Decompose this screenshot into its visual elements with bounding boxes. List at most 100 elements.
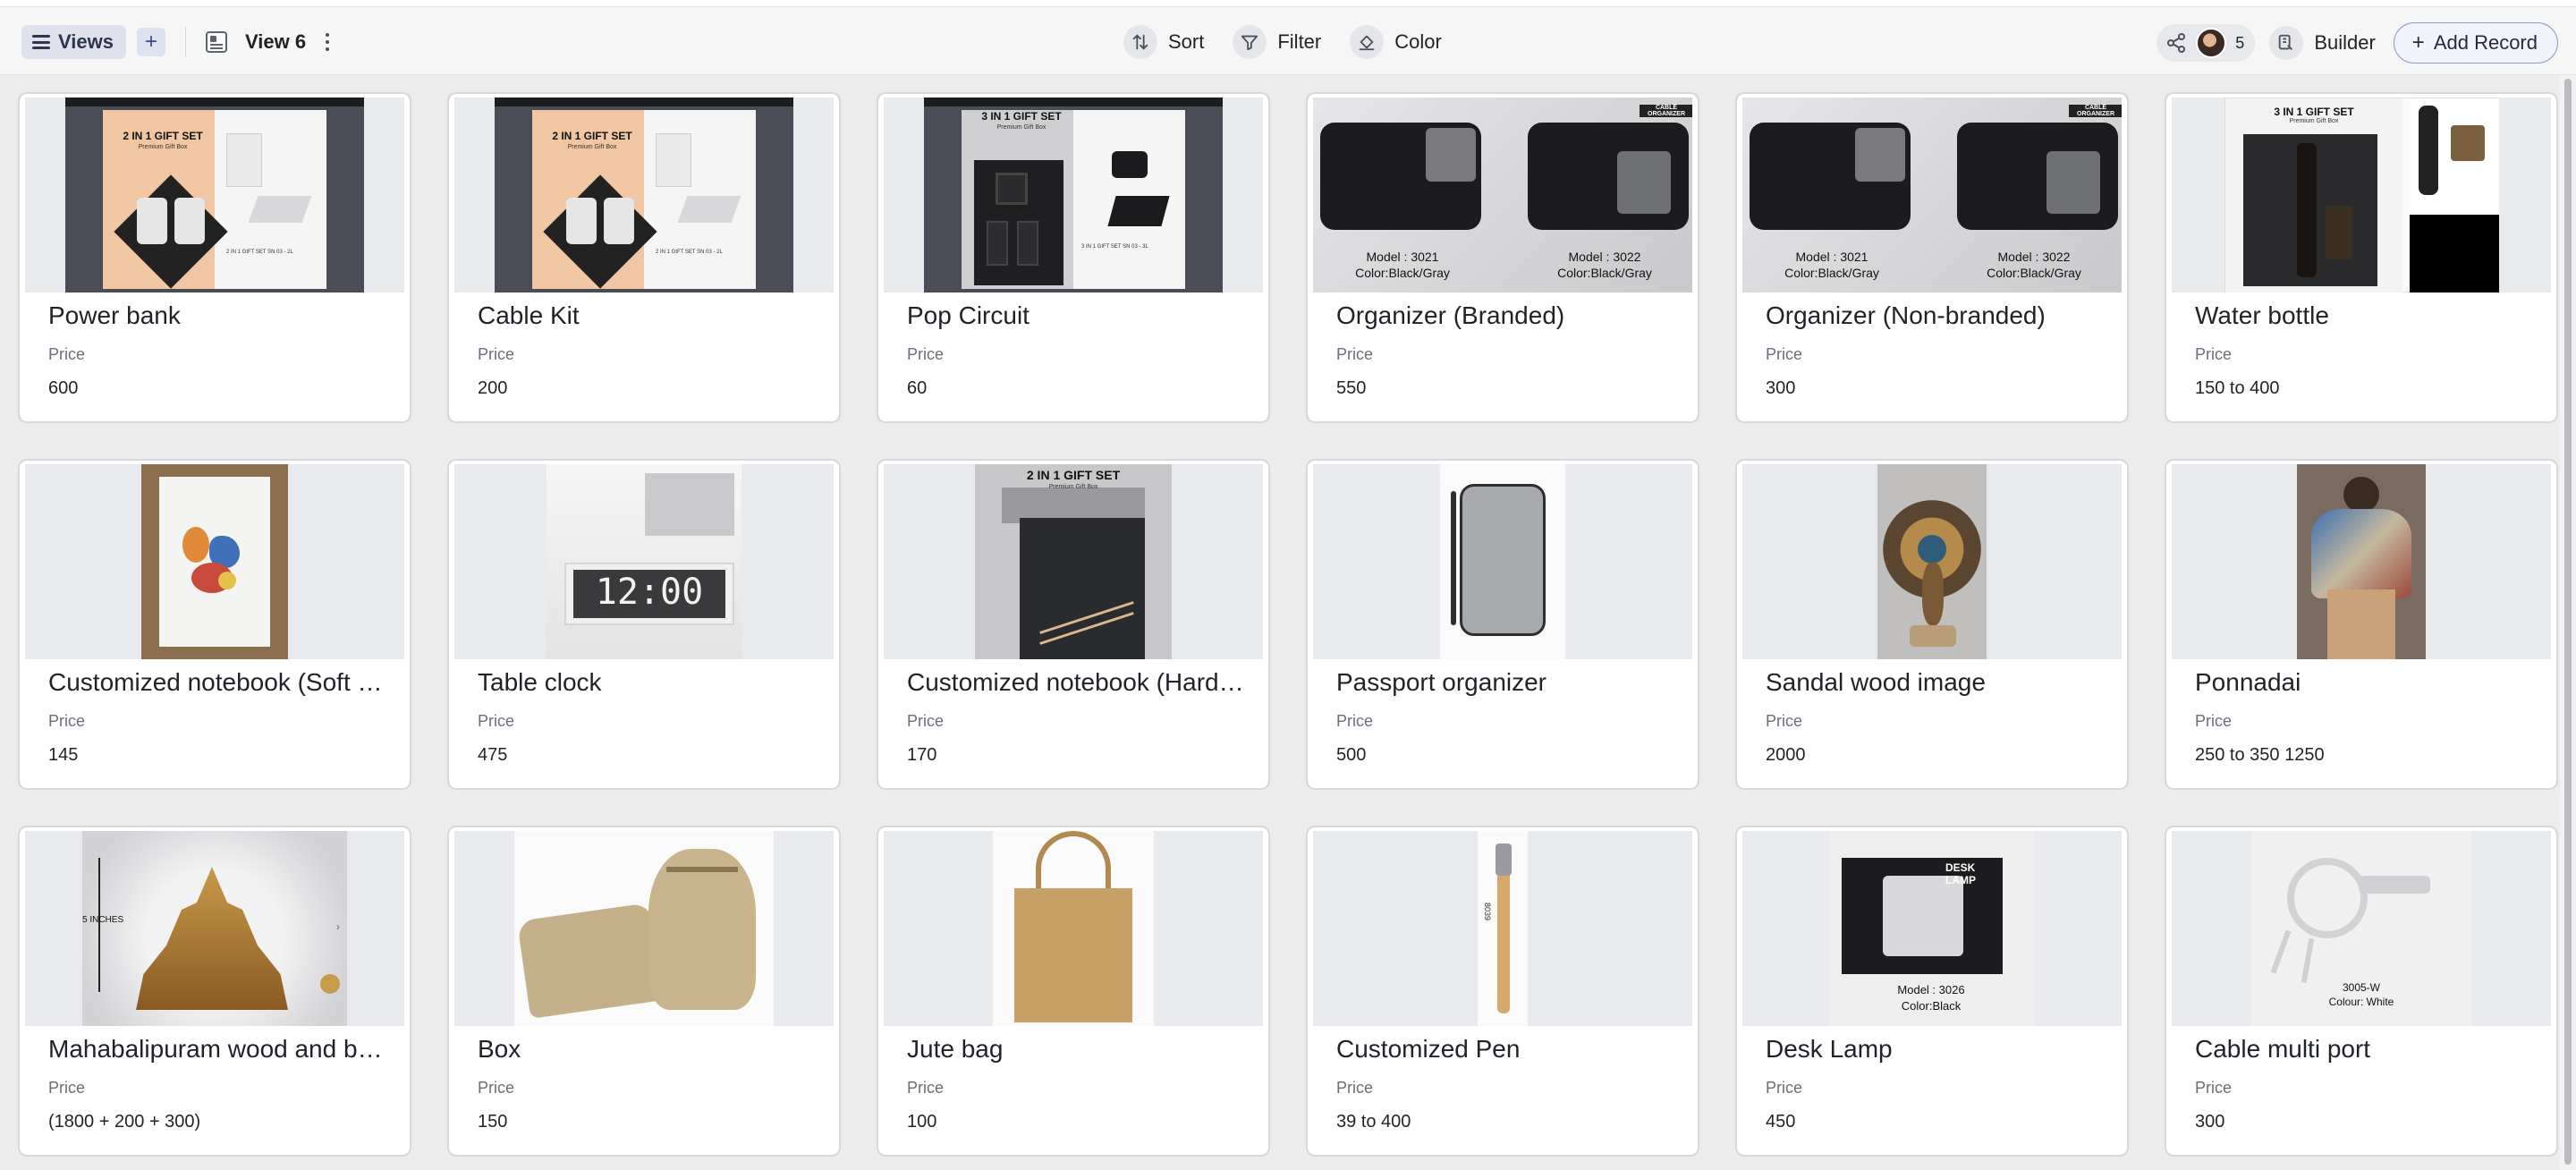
- add-view-button[interactable]: +: [136, 28, 165, 56]
- scrollbar[interactable]: [2560, 75, 2576, 1170]
- filter-button[interactable]: Filter: [1233, 25, 1321, 59]
- views-button[interactable]: Views: [21, 25, 126, 59]
- price-label: Price: [1766, 712, 1803, 730]
- image-caption: 3 IN 1 GIFT SET: [2274, 106, 2354, 118]
- record-title: Table clock: [478, 668, 602, 696]
- price-value: 550: [1336, 378, 1367, 398]
- color-button[interactable]: Color: [1350, 25, 1442, 59]
- price-label: Price: [1336, 345, 1374, 363]
- image-caption: Premium Gift Box: [138, 144, 188, 150]
- add-record-button[interactable]: + Add Record: [2393, 22, 2558, 64]
- sort-button[interactable]: Sort: [1123, 25, 1204, 59]
- image-caption: Colour: White: [2328, 996, 2394, 1008]
- price-label: Price: [2195, 712, 2233, 730]
- record-title: Sandal wood image: [1766, 668, 1986, 696]
- record-card[interactable]: Box Price 150: [447, 826, 841, 1157]
- image-caption: Premium Gift Box: [1048, 484, 1098, 490]
- scrollbar-thumb[interactable]: [2564, 79, 2572, 1165]
- record-card[interactable]: 8039 Customized Pen Price 39 to 400: [1306, 826, 1699, 1157]
- image-caption: Color:Black/Gray: [1355, 266, 1450, 280]
- price-label: Price: [1766, 345, 1803, 363]
- record-image: [454, 831, 834, 1026]
- price-label: Price: [2195, 345, 2233, 363]
- record-title: Desk Lamp: [1766, 1035, 1893, 1063]
- image-caption: Premium Gift Box: [2289, 118, 2339, 124]
- record-title: Customized notebook (Hard cover): [907, 668, 1247, 696]
- record-card[interactable]: CABLE ORGANIZER Model : 3021 Color:Black…: [1306, 92, 1699, 423]
- price-label: Price: [48, 345, 86, 363]
- record-image: 2 IN 1 GIFT SET Premium Gift Box 2 IN 1 …: [454, 98, 834, 292]
- record-image: DESK LAMP Model : 3026 Color:Black: [1742, 831, 2122, 1026]
- record-card[interactable]: 2 IN 1 GIFT SET Premium Gift Box 2 IN 1 …: [18, 92, 411, 423]
- price-label: Price: [48, 712, 86, 730]
- record-card[interactable]: Ponnadai Price 250 to 350 1250: [2165, 459, 2558, 790]
- record-image: 2 IN 1 GIFT SET Premium Gift Box 2 IN 1 …: [25, 98, 404, 292]
- record-card[interactable]: 12:00 Table clock Price 475: [447, 459, 841, 790]
- price-value: 500: [1336, 745, 1367, 765]
- price-value: 100: [907, 1112, 937, 1132]
- gallery-grid: 2 IN 1 GIFT SET Premium Gift Box 2 IN 1 …: [18, 92, 2560, 1170]
- view-name[interactable]: View 6: [245, 30, 306, 54]
- price-label: Price: [1336, 1079, 1374, 1097]
- price-value: 600: [48, 378, 79, 398]
- builder-button[interactable]: Builder: [2269, 26, 2376, 60]
- price-label: Price: [1766, 1079, 1803, 1097]
- share-icon: [2167, 33, 2186, 53]
- record-title: Customized notebook (Soft cover): [48, 668, 388, 696]
- price-label: Price: [478, 1079, 515, 1097]
- record-image: CABLE ORGANIZER Model : 3021 Color:Black…: [1742, 98, 2122, 292]
- collaborators-pill[interactable]: 5: [2157, 24, 2256, 62]
- record-card[interactable]: Jute bag Price 100: [877, 826, 1270, 1157]
- record-image: CABLE ORGANIZER Model : 3021 Color:Black…: [1313, 98, 1692, 292]
- record-card[interactable]: 3 IN 1 GIFT SET Premium Gift Box Water b…: [2165, 92, 2558, 423]
- record-image: 8039: [1313, 831, 1692, 1026]
- hamburger-icon: [32, 35, 50, 49]
- price-value: 39 to 400: [1336, 1112, 1411, 1132]
- image-caption: 2 IN 1 GIFT SET: [123, 130, 203, 142]
- record-title: Water bottle: [2195, 301, 2329, 329]
- price-label: Price: [1336, 712, 1374, 730]
- top-bar: [0, 0, 2576, 7]
- image-caption: Model : 3022: [1568, 250, 1641, 264]
- record-image: 3005-W Colour: White: [2172, 831, 2551, 1026]
- image-caption: Premium Gift Box: [567, 144, 617, 150]
- builder-label: Builder: [2314, 31, 2376, 54]
- price-value: 300: [2195, 1112, 2225, 1132]
- record-title: Cable multi port: [2195, 1035, 2371, 1063]
- record-card[interactable]: Customized notebook (Soft cover) Price 1…: [18, 459, 411, 790]
- record-card[interactable]: 5 INCHES › Mahabalipuram wood and brass …: [18, 826, 411, 1157]
- image-caption: 3005-W: [2342, 981, 2381, 994]
- record-card[interactable]: 2 IN 1 GIFT SET Premium Gift Box 2 IN 1 …: [447, 92, 841, 423]
- price-label: Price: [907, 1079, 945, 1097]
- record-card[interactable]: 3 IN 1 GIFT SET Premium Gift Box 3 IN 1 …: [877, 92, 1270, 423]
- add-record-label: Add Record: [2433, 31, 2538, 54]
- price-value: 170: [907, 745, 937, 765]
- view-options-icon[interactable]: [326, 33, 330, 51]
- collaborators-count: 5: [2235, 33, 2245, 52]
- record-image: [1313, 464, 1692, 659]
- record-image: 3 IN 1 GIFT SET Premium Gift Box: [2172, 98, 2551, 292]
- record-title: Organizer (Branded): [1336, 301, 1565, 329]
- record-title: Pop Circuit: [907, 301, 1030, 329]
- price-value: 2000: [1766, 745, 1806, 765]
- record-title: Box: [478, 1035, 521, 1063]
- image-caption: 3 IN 1 GIFT SET SN 03 - 3L: [1081, 244, 1148, 250]
- record-image: [25, 464, 404, 659]
- record-card[interactable]: Passport organizer Price 500: [1306, 459, 1699, 790]
- price-label: Price: [907, 345, 945, 363]
- image-caption: Color:Black/Gray: [1557, 266, 1652, 280]
- record-image: 2 IN 1 GIFT SET Premium Gift Box: [884, 464, 1263, 659]
- record-card[interactable]: CABLE ORGANIZER Model : 3021 Color:Black…: [1735, 92, 2129, 423]
- price-value: 145: [48, 745, 79, 765]
- record-image: 5 INCHES ›: [25, 831, 404, 1026]
- image-caption: CABLE ORGANIZER: [1640, 105, 1692, 117]
- sort-icon: [1123, 25, 1157, 59]
- record-title: Cable Kit: [478, 301, 580, 329]
- record-card[interactable]: DESK LAMP Model : 3026 Color:Black Desk …: [1735, 826, 2129, 1157]
- image-caption: Model : 3021: [1795, 250, 1868, 264]
- price-value: 150: [478, 1112, 508, 1132]
- record-card[interactable]: 2 IN 1 GIFT SET Premium Gift Box Customi…: [877, 459, 1270, 790]
- record-card[interactable]: 3005-W Colour: White Cable multi port Pr…: [2165, 826, 2558, 1157]
- image-caption: 12:00: [595, 572, 704, 613]
- record-card[interactable]: Sandal wood image Price 2000: [1735, 459, 2129, 790]
